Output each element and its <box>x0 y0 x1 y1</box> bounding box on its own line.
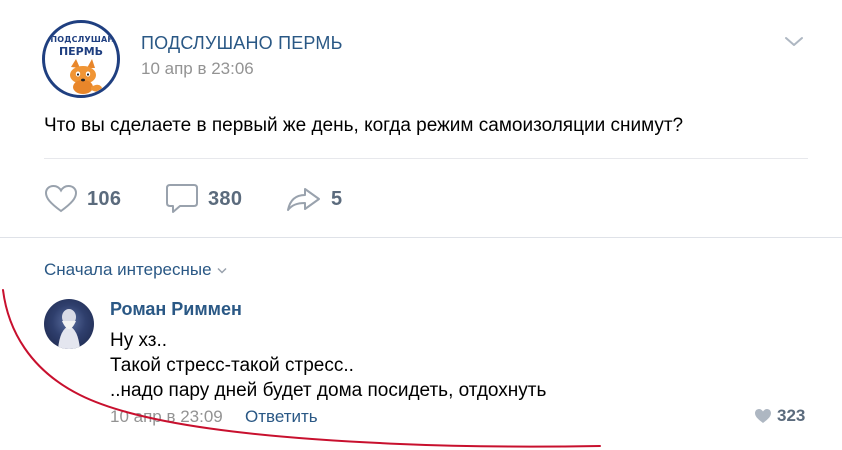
group-name-link[interactable]: ПОДСЛУШАНО ПЕРМЬ <box>141 33 343 54</box>
reply-button[interactable]: Ответить <box>245 407 318 427</box>
comment-icon <box>166 184 198 213</box>
heart-icon <box>44 184 78 213</box>
chevron-down-icon <box>217 267 227 274</box>
like-button[interactable]: 106 <box>44 182 121 216</box>
avatar-logo-top: «ПОДСЛУШАНО» <box>45 35 120 44</box>
post-divider <box>44 158 808 159</box>
comment-like-button[interactable]: 323 <box>754 406 805 426</box>
chevron-down-icon[interactable] <box>784 36 804 48</box>
comments-divider <box>0 237 842 238</box>
comments-sort-dropdown[interactable]: Сначала интересные <box>44 260 227 280</box>
comment-count: 380 <box>208 187 243 210</box>
post-text: Что вы сделаете в первый же день, когда … <box>44 115 684 136</box>
comment-author-link[interactable]: Роман Риммен <box>110 299 242 320</box>
comment-like-count: 323 <box>777 406 806 425</box>
comment-time[interactable]: 10 апр в 23:09 <box>110 407 223 427</box>
fox-mascot-icon <box>70 59 103 94</box>
share-button[interactable]: 5 <box>286 182 342 216</box>
share-count: 5 <box>331 187 343 210</box>
share-icon <box>287 188 320 211</box>
like-count: 106 <box>87 187 122 210</box>
comment-text-line: Такой стресс-такой стресс.. <box>110 355 354 376</box>
comment-text-line: Ну хз.. <box>110 330 168 351</box>
sort-label: Сначала интересные <box>44 260 212 279</box>
group-avatar[interactable]: «ПОДСЛУШАНО» ПЕРМЬ <box>42 20 120 98</box>
comment-text-line: ..надо пару дней будет дома посидеть, от… <box>110 380 547 401</box>
post-time[interactable]: 10 апр в 23:06 <box>141 59 254 79</box>
avatar-image <box>58 309 80 349</box>
small-heart-icon <box>755 409 771 423</box>
comment-button[interactable]: 380 <box>165 182 242 216</box>
commenter-avatar[interactable] <box>44 299 94 349</box>
